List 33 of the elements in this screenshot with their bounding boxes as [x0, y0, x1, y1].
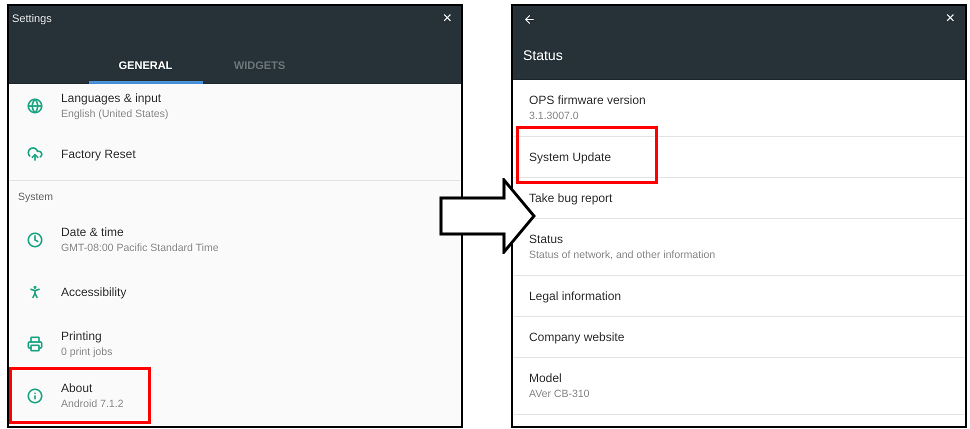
item-title: Languages & input	[61, 90, 162, 108]
item-subtitle: 0 print jobs	[61, 345, 112, 360]
item-title: System Update	[529, 149, 612, 166]
page-title: Status	[523, 46, 564, 65]
back-icon[interactable]	[523, 12, 536, 26]
item-title: Company website	[529, 329, 626, 346]
item-subtitle: Android 7.1.2	[61, 397, 124, 412]
item-subtitle: GMT-08:00 Pacific Standard Time	[61, 241, 219, 256]
item-title: About	[61, 380, 94, 398]
item-title: Factory Reset	[61, 146, 136, 163]
window-title: Settings	[12, 12, 52, 27]
close-button[interactable]: ×	[946, 11, 955, 27]
printer-icon	[27, 336, 43, 352]
item-title: Model	[529, 370, 563, 388]
person-icon	[27, 284, 43, 300]
globe-icon	[27, 98, 43, 114]
item-title: Date & time	[61, 224, 125, 242]
clock-icon	[27, 232, 43, 248]
item-subtitle: Status of network, and other information	[529, 248, 716, 264]
item-title: Legal information	[529, 288, 622, 305]
item-subtitle: English (United States)	[61, 107, 168, 122]
item-subtitle: AVer CB-310	[529, 387, 591, 402]
item-title: Status	[529, 231, 564, 248]
info-icon	[27, 388, 43, 404]
item-title: Printing	[61, 328, 103, 346]
section-header: System	[18, 190, 54, 205]
tab[interactable]: GENERAL	[88, 52, 202, 84]
item-title: Accessibility	[61, 284, 126, 301]
item-title: Take bug report	[529, 190, 614, 207]
close-button[interactable]: ×	[436, 11, 458, 28]
cloud-upload-icon	[27, 146, 43, 162]
item-title: OPS firmware version	[529, 92, 647, 110]
item-subtitle: 3.1.3007.0	[529, 109, 580, 124]
